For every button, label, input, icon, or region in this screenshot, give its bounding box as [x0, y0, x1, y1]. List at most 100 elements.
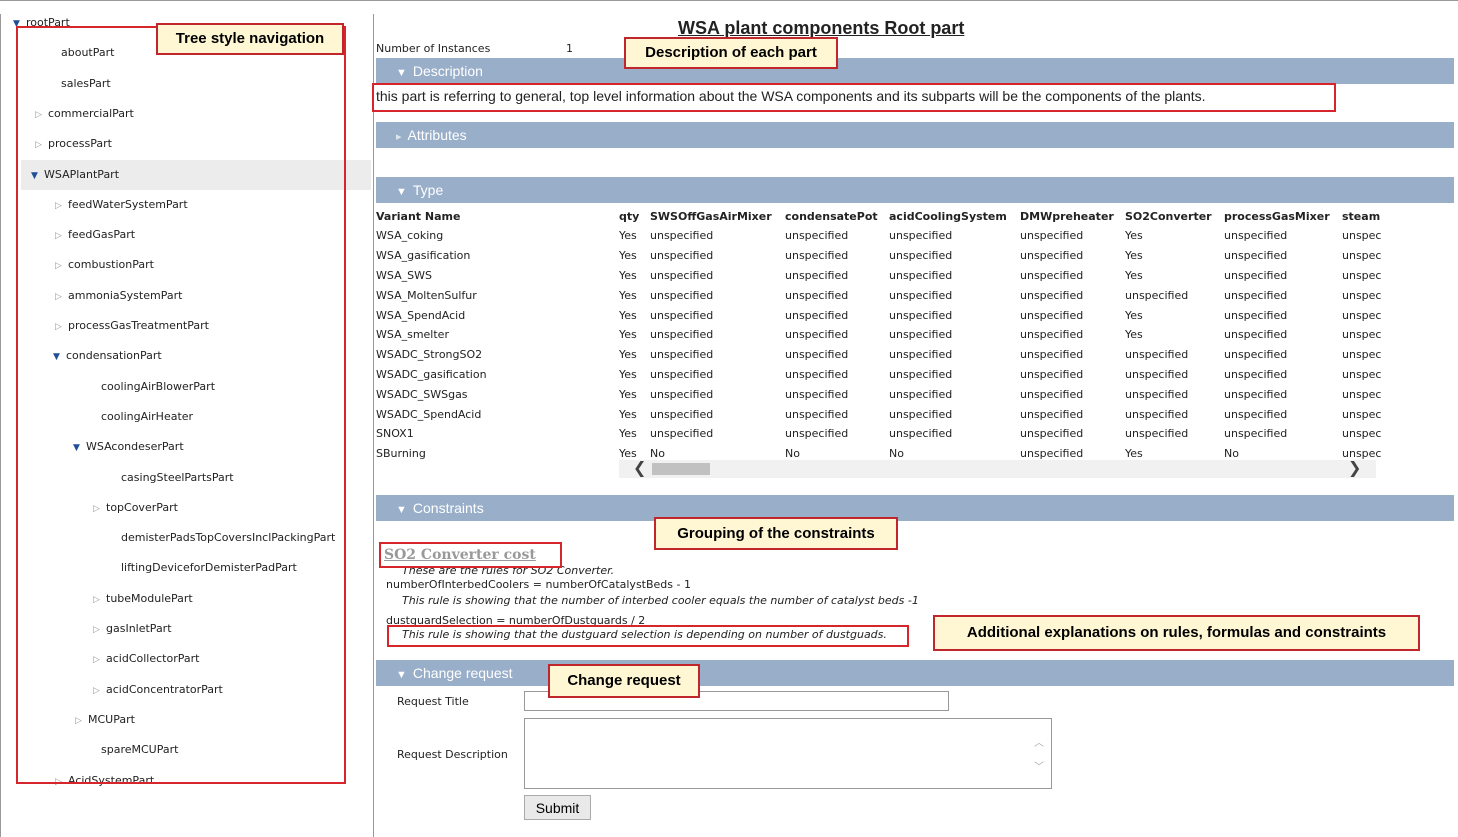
table-cell: Yes [619, 249, 637, 263]
table-cell: unspecified [889, 308, 953, 322]
rule-formula: numberOfInterbedCoolers = numberOfCataly… [386, 578, 691, 591]
table-cell: unspecified [1224, 308, 1288, 322]
table-cell: unspec [1342, 407, 1382, 421]
caret-down-icon: ▼ [396, 186, 407, 198]
submit-button[interactable]: Submit [524, 795, 591, 820]
table-row: WSADC_SpendAcid Yes unspecified unspecified… [376, 404, 1382, 424]
attributes-header-label: Attributes [407, 127, 467, 143]
type-section-header[interactable]: ▼ Type [376, 177, 1454, 203]
table-cell: unspecified [1020, 268, 1084, 282]
table-cell: unspecified [1125, 367, 1189, 381]
table-cell: unspecified [889, 268, 953, 282]
table-cell: WSA_smelter [376, 328, 449, 342]
table-cell: unspecified [1224, 249, 1288, 263]
constraint-group-highlight-box [379, 542, 562, 568]
table-row: WSA_MoltenSulfur Yes unspecified unspecifie… [376, 285, 1382, 305]
table-cell: unspec [1342, 229, 1382, 243]
table-cell: Yes [619, 288, 637, 302]
table-cell: unspecified [785, 367, 849, 381]
table-row: WSA_SWS Yes unspecified unspecified unspecif… [376, 266, 1382, 286]
table-cell: Yes [1125, 249, 1143, 263]
tree-highlight-box [16, 26, 346, 784]
scroll-left-icon[interactable]: ❮ [633, 458, 646, 477]
table-cell: unspecified [1020, 328, 1084, 342]
table-cell: unspec [1342, 268, 1382, 282]
table-cell: unspecified [1020, 249, 1084, 263]
table-cell: unspec [1342, 387, 1382, 401]
table-cell: unspecified [650, 268, 714, 282]
table-cell: unspecified [1224, 387, 1288, 401]
table-cell: unspecified [785, 348, 849, 362]
change-request-section-header[interactable]: ▼ Change request [376, 660, 1454, 686]
table-cell: unspecified [785, 249, 849, 263]
annotation-tree-navigation: Tree style navigation [156, 23, 344, 55]
description-section-header[interactable]: ▼ Description [376, 58, 1454, 84]
textarea-scroll-up-icon[interactable]: ︿ [1034, 734, 1044, 749]
table-cell: unspecified [889, 387, 953, 401]
table-cell: unspecified [1224, 288, 1288, 302]
attributes-section-header[interactable]: ▸ Attributes [376, 122, 1454, 148]
request-title-label: Request Title [397, 695, 469, 708]
table-cell: unspecified [1224, 367, 1288, 381]
description-highlight-box [372, 83, 1336, 112]
app-frame: ▼ rootPart aboutPart salesPart ▷ commercialPa… [0, 0, 1458, 837]
table-row: WSA_coking Yes unspecified unspecified unspe… [376, 226, 1382, 246]
table-cell: unspec [1342, 249, 1382, 263]
annotation-change-request: Change request [548, 664, 700, 698]
table-column-header: SO2Converter [1125, 209, 1212, 223]
table-cell: unspecified [650, 348, 714, 362]
table-cell: unspecified [1020, 229, 1084, 243]
annotation-explanations: Additional explanations on rules, formul… [933, 615, 1420, 651]
table-column-header: condensatePot [785, 209, 878, 223]
table-cell: Yes [619, 407, 637, 421]
table-cell: unspecified [1020, 407, 1084, 421]
table-cell: unspecified [650, 328, 714, 342]
table-cell: WSA_gasification [376, 249, 471, 263]
table-column-header: DMWpreheater [1020, 209, 1114, 223]
table-cell: unspecified [650, 288, 714, 302]
instances-value: 1 [566, 42, 573, 55]
table-cell: unspecified [1224, 268, 1288, 282]
scrollbar-thumb[interactable] [652, 463, 710, 475]
table-cell: unspecified [785, 328, 849, 342]
table-cell: Yes [1125, 328, 1143, 342]
table-cell: unspecified [650, 427, 714, 441]
table-cell: unspecified [650, 367, 714, 381]
table-column-header: acidCoolingSystem [889, 209, 1007, 223]
table-cell: unspecified [1224, 328, 1288, 342]
table-cell: unspec [1342, 367, 1382, 381]
description-header-label: Description [412, 63, 483, 79]
table-cell: unspecified [1224, 407, 1288, 421]
table-cell: Yes [1125, 308, 1143, 322]
table-cell: Yes [619, 308, 637, 322]
table-cell: unspecified [889, 288, 953, 302]
table-column-header: SWSOffGasAirMixer [650, 209, 772, 223]
table-cell: unspecified [1125, 407, 1189, 421]
scroll-right-icon[interactable]: ❯ [1348, 458, 1361, 477]
table-cell: Yes [619, 348, 637, 362]
table-cell: unspec [1342, 308, 1382, 322]
table-cell: unspecified [889, 427, 953, 441]
table-row: WSA_gasification Yes unspecified unspecifie… [376, 246, 1382, 266]
table-cell: Yes [619, 268, 637, 282]
table-cell: WSADC_SpendAcid [376, 407, 482, 421]
textarea-scroll-down-icon[interactable]: ﹀ [1034, 758, 1044, 773]
request-description-input[interactable] [524, 718, 1052, 789]
page-title: WSA plant components Root part [678, 18, 965, 38]
table-cell: unspecified [889, 407, 953, 421]
table-row: WSADC_gasification Yes unspecified unspecif… [376, 365, 1382, 385]
table-cell: WSA_SWS [376, 268, 432, 282]
caret-right-icon: ▸ [396, 131, 402, 143]
table-cell: unspecified [1020, 348, 1084, 362]
table-cell: unspecified [889, 328, 953, 342]
constraints-section-header[interactable]: ▼ Constraints [376, 495, 1454, 521]
table-cell: unspecified [1020, 367, 1084, 381]
variant-table: Variant Name qty SWSOffGasAirMixer condensa… [376, 206, 1382, 464]
table-cell: unspecified [889, 229, 953, 243]
table-cell: unspec [1342, 328, 1382, 342]
main-content: WSA plant components Root part Number of… [374, 14, 1454, 837]
table-horizontal-scrollbar[interactable]: ❮ ❯ [619, 458, 1376, 478]
table-row: SNOX1 Yes unspecified unspecified unspecifie… [376, 424, 1382, 444]
table-column-header: steam [1342, 209, 1381, 223]
instances-label: Number of Instances [376, 42, 491, 55]
